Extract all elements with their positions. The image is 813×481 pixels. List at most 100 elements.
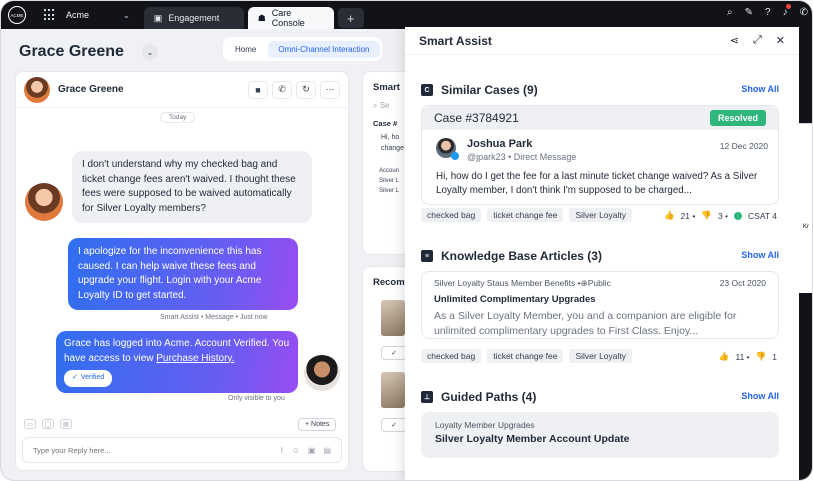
thumbs-up-icon[interactable]: 👍 (664, 210, 675, 221)
article-category: Silver Loyalty Staus Member Benefits • (434, 278, 581, 288)
article-tags: checked bag ticket change fee Silver Loy… (421, 349, 633, 363)
check-button[interactable]: ✓ (381, 418, 407, 432)
case-text: Hi, how do I get the fee for a last minu… (436, 171, 758, 196)
dislikes-count: 3 • (717, 210, 729, 221)
top-bar: ACME Acme ⌄ ▣ Engagement ☗ Care Console … (1, 1, 812, 29)
verified-label: Verified (80, 374, 105, 381)
case-number: Case #3784921 (434, 111, 519, 125)
recommendation-image (381, 372, 405, 408)
template-icon[interactable]: ▤ (323, 446, 331, 455)
guided-paths-show-all[interactable]: Show All (741, 391, 779, 401)
attach-icon[interactable]: ⌇ (280, 446, 284, 455)
knowledge-base-show-all[interactable]: Show All (741, 250, 779, 260)
more-icon[interactable]: ⋯ (320, 80, 340, 99)
top-icons: ⌕ ✎ ? ♪ ✆ (727, 4, 808, 18)
refresh-icon[interactable]: ↻ (296, 80, 316, 99)
expand-icon[interactable]: ⤢ (753, 34, 762, 47)
case-header: Case #3784921 Resolved (422, 106, 778, 130)
search-icon[interactable]: ⌕ (727, 7, 733, 18)
reply-actions: ⌇ ☺ ▣ ▤ (280, 446, 331, 455)
edge-content: Kr (799, 123, 812, 293)
edit-icon[interactable]: ✎ (745, 7, 753, 18)
chat-icon[interactable]: ▭ (24, 419, 36, 429)
verified-badge: ✓ Verified (64, 370, 113, 387)
similar-cases-show-all[interactable]: Show All (741, 84, 779, 94)
template-icon[interactable]: ▤ (60, 419, 72, 429)
tag[interactable]: Silver Loyalty (569, 208, 633, 222)
csat-score: CSAT 4 (748, 210, 777, 221)
phone-icon[interactable]: ✆ (800, 7, 808, 18)
book-icon: ≡ (421, 250, 433, 262)
customer-avatar-small (304, 355, 340, 391)
tag[interactable]: checked bag (421, 349, 482, 363)
knowledge-article-card[interactable]: Silver Loyalty Staus Member Benefits • ⊕… (421, 271, 779, 339)
article-visibility: Public (587, 278, 611, 288)
conversation-customer-name: Grace Greene (58, 84, 124, 95)
check-button[interactable]: ✓ (381, 346, 407, 360)
author-name: Joshua Park (467, 138, 533, 150)
customer-avatar (25, 183, 63, 221)
date-divider: Today (160, 112, 196, 123)
incoming-message: I don't understand why my checked bag an… (72, 151, 312, 223)
search-label: Se (379, 101, 390, 110)
customer-subtabs: Home Omni-Channel Interaction (223, 37, 382, 61)
app-launcher-icon[interactable] (44, 9, 56, 21)
notification-icon[interactable]: ♪ (783, 4, 791, 18)
tag[interactable]: Silver Loyalty (569, 349, 633, 363)
tag[interactable]: ticket change fee (487, 349, 564, 363)
customer-name: Grace Greene (19, 43, 124, 60)
likes-count: 11 • (735, 351, 750, 362)
conversation-actions: ■ ✆ ↻ ⋯ (248, 80, 340, 99)
video-icon[interactable]: ■ (248, 80, 268, 99)
share-icon[interactable]: ⋖ (730, 34, 739, 47)
chevron-down-icon[interactable]: ⌄ (142, 44, 158, 60)
thumbs-down-icon[interactable]: 👎 (756, 351, 767, 362)
visibility-note: Only visible to you (228, 395, 285, 402)
article-stats: 👍 11 • 👎 1 (719, 351, 777, 362)
guided-path-category: Loyalty Member Upgrades (435, 420, 535, 430)
case-body: Joshua Park @jpark23 • Direct Message 12… (422, 130, 778, 204)
guided-path-card[interactable]: Loyalty Member Upgrades Silver Loyalty M… (421, 412, 779, 458)
article-title: Unlimited Complimentary Upgrades (434, 294, 596, 305)
article-meta: Silver Loyalty Staus Member Benefits • ⊕… (434, 278, 766, 289)
drawer-header: Smart Assist ⋖ ⤢ ✕ (405, 27, 799, 55)
notes-button[interactable]: + Notes (298, 418, 337, 431)
likes-count: 21 • (680, 210, 696, 221)
phone-icon[interactable]: ✆ (272, 80, 292, 99)
recommendation-image (381, 300, 405, 336)
subtab-home[interactable]: Home (225, 41, 266, 58)
app-window: ACME Acme ⌄ ▣ Engagement ☗ Care Console … (0, 0, 813, 481)
outgoing-message: I apologize for the inconvenience this h… (68, 238, 298, 310)
thumbs-up-icon[interactable]: 👍 (719, 351, 730, 362)
close-icon[interactable]: ✕ (776, 34, 785, 47)
thumbs-down-icon[interactable]: 👎 (701, 210, 712, 221)
purchase-history-link[interactable]: Purchase History. (156, 353, 234, 364)
org-name[interactable]: Acme (66, 10, 89, 20)
add-tab-button[interactable]: + (337, 8, 364, 28)
author-handle: @jpark23 • Direct Message (467, 152, 577, 162)
similar-case-card[interactable]: Case #3784921 Resolved Joshua Park @jpar… (421, 105, 779, 205)
chevron-down-icon[interactable]: ⌄ (123, 11, 130, 20)
similar-cases-heading: C Similar Cases (9) (421, 83, 538, 97)
tab-engagement[interactable]: ▣ Engagement (143, 7, 244, 29)
image-icon[interactable]: ▣ (308, 446, 316, 455)
case-stats: 👍 21 • 👎 3 • CSAT 4 (664, 210, 777, 221)
subtab-omni-channel[interactable]: Omni-Channel Interaction (268, 40, 380, 58)
acme-logo: ACME (8, 6, 26, 24)
guided-path-title: Silver Loyalty Member Account Update (435, 433, 630, 445)
tag[interactable]: ticket change fee (487, 208, 564, 222)
hierarchy-icon: ⊥ (421, 391, 433, 403)
emoji-icon[interactable]: ◯ (42, 419, 54, 429)
tag[interactable]: checked bag (421, 208, 482, 222)
help-icon[interactable]: ? (765, 7, 771, 18)
right-edge-panel: Kr (799, 27, 812, 480)
section-label: Guided Paths (4) (441, 390, 537, 404)
edge-text: Kr (803, 224, 809, 230)
tab-label: Engagement (168, 13, 220, 23)
tab-care-console[interactable]: ☗ Care Console (247, 7, 334, 29)
system-message: Grace has logged into Acme. Account Veri… (56, 331, 298, 393)
reply-input[interactable] (33, 445, 280, 455)
emoji-icon[interactable]: ☺ (292, 446, 300, 455)
drawer-actions: ⋖ ⤢ ✕ (730, 34, 785, 47)
article-text: As a Silver Loyalty Member, you and a co… (434, 310, 737, 337)
